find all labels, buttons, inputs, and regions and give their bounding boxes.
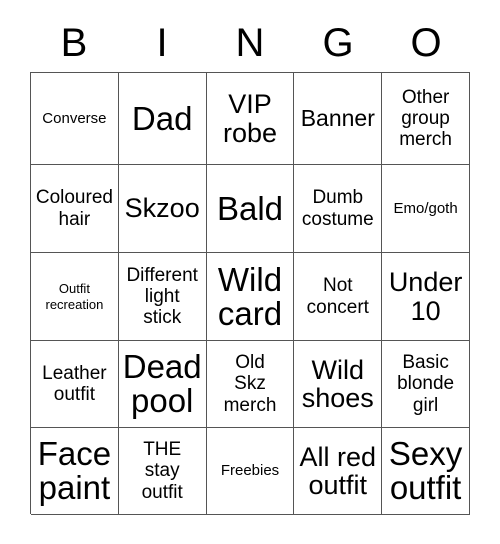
bingo-cell-label: Basic blonde girl	[397, 352, 455, 416]
header-letter-b: B	[60, 21, 88, 65]
bingo-cell[interactable]: Old Skz merch	[206, 341, 295, 428]
bingo-grid: Converse Dad VIP robe Banner Other group…	[30, 72, 470, 515]
bingo-cell-label: Banner	[300, 105, 375, 132]
header-letter-o: O	[410, 21, 442, 65]
bingo-cell-label: Dumb costume	[301, 187, 374, 230]
bingo-cell[interactable]: Dad	[118, 73, 207, 165]
header-letter-n: N	[235, 21, 265, 65]
bingo-cell[interactable]: All red outfit	[294, 428, 383, 515]
bingo-cell[interactable]: Emo/goth	[382, 165, 470, 253]
bingo-cell-label: Skzoo	[124, 193, 200, 224]
bingo-cell-label: VIP robe	[222, 89, 278, 148]
bingo-cell[interactable]: Not concert	[294, 253, 383, 341]
bingo-cell[interactable]: Sexy outfit	[382, 428, 470, 515]
bingo-cell-label: Other group merch	[399, 86, 452, 151]
bingo-cell[interactable]: Banner	[294, 73, 383, 165]
bingo-cell-label: Wild shoes	[301, 354, 374, 413]
bingo-cell-label: Face paint	[37, 435, 112, 506]
bingo-cell-free-space[interactable]: Wild card	[206, 253, 295, 341]
bingo-cell-label: Old Skz merch	[223, 352, 277, 416]
bingo-cell-label: Outfit recreation	[45, 281, 104, 312]
bingo-cell-label: Bald	[216, 189, 284, 227]
bingo-cell[interactable]: Skzoo	[118, 165, 207, 253]
header-letter-g: G	[322, 21, 354, 65]
bingo-cell[interactable]: VIP robe	[206, 73, 295, 165]
bingo-cell[interactable]: Leather outfit	[31, 341, 119, 428]
bingo-cell-label: Coloured hair	[35, 187, 113, 230]
bingo-cell-label: Under 10	[388, 267, 463, 326]
header-letter-i: I	[156, 21, 168, 65]
bingo-cell-label: All red outfit	[299, 441, 377, 500]
bingo-cell[interactable]: Basic blonde girl	[382, 341, 470, 428]
bingo-cell-label: Dead pool	[122, 348, 202, 419]
bingo-cell[interactable]: Freebies	[206, 428, 295, 515]
bingo-cell[interactable]: Dead pool	[118, 341, 207, 428]
bingo-cell-label: Converse	[42, 109, 107, 127]
bingo-cell[interactable]: Converse	[31, 73, 119, 165]
bingo-cell-label: Different light stick	[126, 264, 198, 329]
bingo-card: B I N G O Converse Dad VIP robe Banner O…	[0, 0, 500, 544]
bingo-cell-label: THE stay outfit	[141, 439, 183, 503]
bingo-cell-label: Wild card	[217, 260, 283, 332]
bingo-cell[interactable]: Coloured hair	[31, 165, 119, 253]
bingo-cell[interactable]: Under 10	[382, 253, 470, 341]
bingo-cell-label: Sexy outfit	[388, 435, 463, 506]
bingo-cell-label: Emo/goth	[393, 199, 458, 217]
bingo-cell[interactable]: THE stay outfit	[118, 428, 207, 515]
bingo-cell[interactable]: Other group merch	[382, 73, 470, 165]
bingo-cell[interactable]: Different light stick	[118, 253, 207, 341]
bingo-cell-label: Leather outfit	[42, 362, 107, 405]
bingo-cell[interactable]: Outfit recreation	[31, 253, 119, 341]
bingo-header: B I N G O	[30, 14, 470, 72]
bingo-cell-label: Not concert	[306, 275, 369, 318]
bingo-cell-label: Dad	[131, 99, 193, 137]
bingo-cell[interactable]: Face paint	[31, 428, 119, 515]
bingo-cell-label: Freebies	[220, 462, 280, 480]
bingo-cell[interactable]: Bald	[206, 165, 295, 253]
bingo-cell[interactable]: Dumb costume	[294, 165, 383, 253]
bingo-cell[interactable]: Wild shoes	[294, 341, 383, 428]
